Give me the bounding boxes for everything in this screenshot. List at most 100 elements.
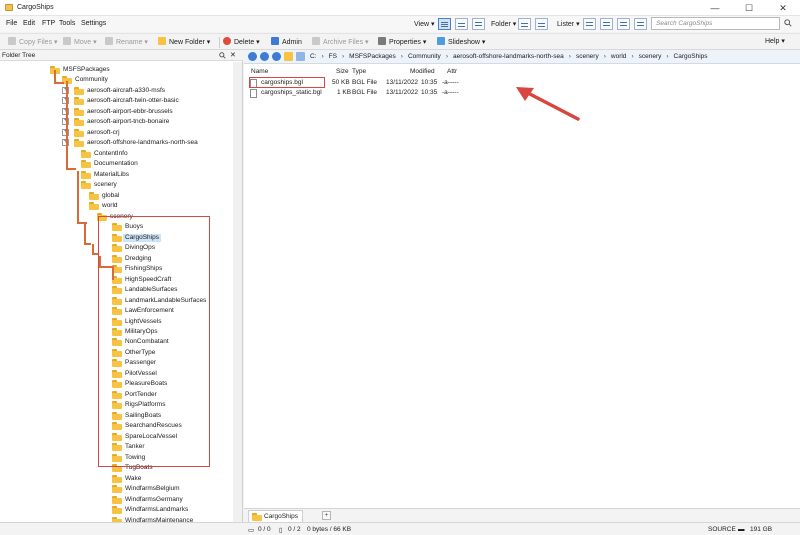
new-folder-icon xyxy=(158,37,166,45)
file-date: 13/11/2022 xyxy=(386,79,419,86)
menu-edit[interactable]: Edit xyxy=(23,20,35,27)
lister-dual-horizontal-icon[interactable] xyxy=(600,18,613,30)
file-icon xyxy=(250,89,257,98)
tab-cargoships[interactable]: CargoShips xyxy=(248,510,303,522)
tab-bar: CargoShips + xyxy=(244,508,800,522)
menu-file[interactable]: File xyxy=(6,20,17,27)
up-icon[interactable] xyxy=(272,52,281,61)
copy-files-button[interactable]: Copy Files ▾ xyxy=(8,37,58,48)
file-row[interactable]: cargoships_static.bgl 1 KB BGL File 13/1… xyxy=(250,88,500,98)
tree-search-icon[interactable] xyxy=(219,52,226,59)
chevron-right-icon[interactable]: › xyxy=(666,53,668,60)
tree-item-label: MaterialLibs xyxy=(94,170,130,178)
delete-button[interactable]: Delete ▾ xyxy=(223,37,260,48)
view-dropdown[interactable]: View ▾ xyxy=(414,20,435,34)
tree-item-label: aerosoft-airport-ebbr-brussels xyxy=(87,107,173,115)
file-count-icon: ▯ xyxy=(279,527,283,534)
close-button[interactable]: ✕ xyxy=(766,0,800,16)
list-view-icon[interactable] xyxy=(472,18,485,30)
lister-dual-vertical-icon[interactable] xyxy=(617,18,630,30)
menu-settings[interactable]: Settings xyxy=(81,20,106,27)
search-input[interactable]: Search CargoShips xyxy=(651,17,780,30)
breadcrumb-segment[interactable]: scenery xyxy=(576,53,599,60)
tree-scrollbar[interactable] xyxy=(233,62,242,533)
thumbnail-view-icon[interactable] xyxy=(455,18,468,30)
column-name[interactable]: Name xyxy=(251,68,268,75)
tree-item-label: aerosoft-offshore-landmarks-north-sea xyxy=(87,139,198,147)
folder-count: 0 / 0 xyxy=(258,526,271,533)
lister-label: Lister xyxy=(557,21,575,28)
chevron-right-icon[interactable]: › xyxy=(342,53,344,60)
move-button[interactable]: Move ▾ xyxy=(63,37,97,48)
admin-button[interactable]: Admin xyxy=(271,37,302,48)
lister-dropdown[interactable]: Lister ▾ xyxy=(557,20,580,34)
folder-icon xyxy=(89,191,99,200)
copy-files-label: Copy Files xyxy=(19,39,53,46)
tree-path-connector xyxy=(84,243,91,245)
folder-icon xyxy=(81,170,91,179)
column-type[interactable]: Type xyxy=(352,68,366,75)
move-label: Move xyxy=(74,39,92,46)
lister-single-icon[interactable] xyxy=(583,18,596,30)
folder-dropdown[interactable]: Folder ▾ xyxy=(491,20,516,34)
file-date: 13/11/2022 xyxy=(386,89,419,96)
folder-layout-1-icon[interactable] xyxy=(518,18,531,30)
file-lister: C: › FS › MSFSPackages › Community › aerosoft-of… xyxy=(244,50,800,535)
chevron-right-icon[interactable]: › xyxy=(401,53,403,60)
column-modified[interactable]: Modified xyxy=(410,68,435,75)
breadcrumb-segment[interactable]: world xyxy=(611,53,627,60)
breadcrumb-segment[interactable]: MSFSPackages xyxy=(349,53,396,60)
new-tab-button[interactable]: + xyxy=(322,511,331,520)
chevron-right-icon[interactable]: › xyxy=(631,53,633,60)
chevron-right-icon[interactable]: › xyxy=(569,53,571,60)
tree-item-label: aerosoft-aircraft-a330-msfs xyxy=(87,86,166,94)
lister-layout-icon[interactable] xyxy=(634,18,647,30)
column-size[interactable]: Size xyxy=(336,68,349,75)
file-time: 10:35 xyxy=(421,89,438,96)
folder-icon xyxy=(81,160,91,169)
menu-ftp[interactable]: FTP xyxy=(42,20,55,27)
byte-count: 0 bytes / 66 KB xyxy=(307,526,352,533)
folder-layout-2-icon[interactable] xyxy=(535,18,548,30)
rename-icon xyxy=(105,37,113,45)
minimize-button[interactable]: — xyxy=(698,0,732,16)
chevron-right-icon[interactable]: › xyxy=(604,53,606,60)
column-attr[interactable]: Attr xyxy=(447,68,457,75)
forward-icon[interactable] xyxy=(260,52,269,61)
maximize-button[interactable]: ☐ xyxy=(732,0,766,16)
folder-label: Folder xyxy=(491,21,511,28)
tree-path-connector xyxy=(84,223,86,244)
rename-button[interactable]: Rename ▾ xyxy=(105,37,148,48)
tree-close-icon[interactable]: ✕ xyxy=(230,51,236,59)
folder-tree-header: Folder Tree ✕ xyxy=(0,50,243,61)
chevron-right-icon[interactable]: › xyxy=(322,53,324,60)
file-count: 0 / 2 xyxy=(288,526,301,533)
folder-icon xyxy=(74,86,84,95)
new-folder-button[interactable]: New Folder ▾ xyxy=(158,37,210,48)
breadcrumb-segment[interactable]: scenery xyxy=(639,53,662,60)
breadcrumb-segment[interactable]: Community xyxy=(408,53,441,60)
breadcrumb-segment[interactable]: FS xyxy=(329,53,337,60)
breadcrumb-segment[interactable]: C: xyxy=(310,53,317,60)
breadcrumb-segment[interactable]: aerosoft-offshore-landmarks-north-sea xyxy=(453,53,564,60)
slideshow-button[interactable]: Slideshow ▾ xyxy=(437,37,485,48)
details-view-icon[interactable] xyxy=(438,18,451,30)
back-icon[interactable] xyxy=(248,52,257,61)
file-attr: -a----- xyxy=(442,79,459,86)
properties-button[interactable]: Properties ▾ xyxy=(378,37,426,48)
help-button[interactable]: Help ▾ xyxy=(765,37,785,48)
file-size: 1 KB xyxy=(337,89,352,96)
search-icon[interactable] xyxy=(784,19,792,27)
folder-icon xyxy=(74,107,84,116)
tree-item-label: aerosoft-airport-tncb-bonaire xyxy=(87,118,170,126)
breadcrumb-segment[interactable]: CargoShips xyxy=(674,53,708,60)
home-folder-icon[interactable] xyxy=(284,52,293,61)
menu-tools[interactable]: Tools xyxy=(59,20,75,27)
move-icon xyxy=(63,37,71,45)
tab-label: CargoShips xyxy=(264,513,298,520)
chevron-right-icon[interactable]: › xyxy=(446,53,448,60)
archive-files-button[interactable]: Archive Files ▾ xyxy=(312,37,369,48)
tree-item-label: global xyxy=(102,191,120,199)
folder-icon xyxy=(112,506,122,515)
location-icon[interactable] xyxy=(296,52,305,61)
